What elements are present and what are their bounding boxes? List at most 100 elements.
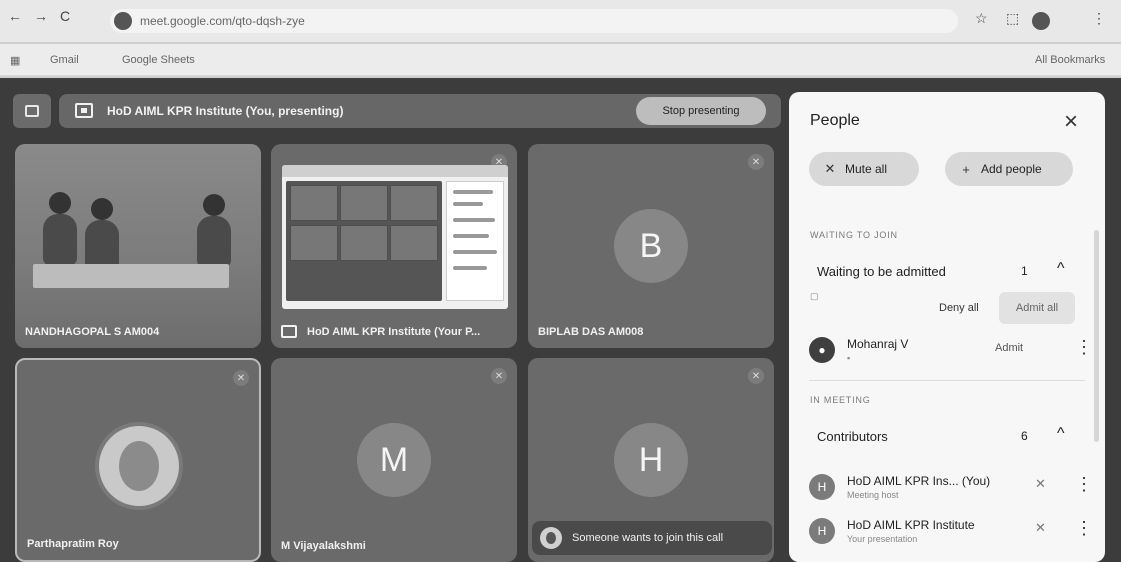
collapse-chevron-icon[interactable]: ^ bbox=[1057, 260, 1065, 278]
preview-line bbox=[453, 218, 495, 222]
panel-title: People bbox=[810, 112, 860, 129]
camera-off-icon: ▪ bbox=[847, 353, 851, 363]
meeting-section-label: IN MEETING bbox=[810, 395, 871, 405]
person-avatar: H bbox=[809, 474, 835, 500]
profile-avatar[interactable] bbox=[1032, 12, 1050, 30]
person-role: Your presentation bbox=[847, 534, 918, 544]
tile-nandhagopal[interactable]: NANDHAGOPAL S AM004 bbox=[15, 144, 261, 348]
person-avatar: H bbox=[809, 518, 835, 544]
refresh-icon[interactable]: C bbox=[60, 8, 70, 24]
person-name: HoD AIML KPR Ins... (You) bbox=[847, 474, 991, 488]
url-text[interactable]: meet.google.com/qto-dqsh-zye bbox=[140, 14, 305, 28]
admit-button[interactable]: Admit bbox=[995, 342, 1023, 354]
add-person-icon: + bbox=[962, 161, 970, 177]
preview-tile bbox=[340, 225, 388, 261]
participant-initial: B bbox=[614, 209, 688, 283]
preview-line bbox=[453, 266, 487, 270]
contributors-label[interactable]: Contributors bbox=[817, 429, 888, 444]
tile-name: M Vijayalakshmi bbox=[281, 540, 366, 552]
tile-name: HoD AIML KPR Institute (Your P... bbox=[307, 326, 481, 338]
preview-tile bbox=[290, 225, 338, 261]
tile-vijayalakshmi[interactable]: ✕ M M Vijayalakshmi bbox=[271, 358, 517, 562]
person-name: Mohanraj V bbox=[847, 337, 909, 351]
person-shape bbox=[43, 214, 77, 266]
person-head bbox=[49, 192, 71, 214]
star-icon[interactable]: ☆ bbox=[975, 10, 988, 27]
back-icon[interactable]: ← bbox=[8, 8, 22, 24]
participant-initial: M bbox=[357, 423, 431, 497]
person-head bbox=[203, 194, 225, 216]
mic-off-icon: ✕ bbox=[824, 161, 836, 176]
presenting-bar: HoD AIML KPR Institute (You, presenting)… bbox=[59, 94, 781, 128]
join-request-text: Someone wants to join this call bbox=[572, 532, 724, 544]
person-role: Meeting host bbox=[847, 490, 899, 500]
waiting-person-row: ● Mohanraj V ▪ Admit ⋮ bbox=[809, 335, 1093, 375]
participant-row: H HoD AIML KPR Ins... (You) Meeting host… bbox=[809, 472, 1093, 512]
person-head bbox=[91, 198, 113, 220]
mic-off-icon: ✕ bbox=[233, 370, 249, 386]
preview-tile bbox=[290, 185, 338, 221]
contributors-count: 6 bbox=[1021, 429, 1028, 443]
bookmark-google-sheets[interactable]: Google Sheets bbox=[122, 54, 195, 66]
screen-share-preview bbox=[282, 165, 508, 309]
present-icon bbox=[25, 105, 39, 117]
mic-off-icon: ✕ bbox=[748, 154, 764, 170]
menu-dots-icon[interactable]: ⋮ bbox=[1092, 10, 1106, 27]
bookmark-gmail[interactable]: Gmail bbox=[50, 54, 79, 66]
person-name: HoD AIML KPR Institute bbox=[847, 518, 975, 532]
more-options-icon[interactable]: ⋮ bbox=[1075, 337, 1093, 358]
preview-grid bbox=[286, 181, 442, 301]
people-panel: People × ✕ Mute all + Add people WAITING… bbox=[789, 92, 1105, 562]
forward-icon[interactable]: → bbox=[34, 8, 48, 24]
tile-biplab[interactable]: ✕ B BIPLAB DAS AM008 bbox=[528, 144, 774, 348]
info-icon: ▢ bbox=[810, 291, 819, 301]
tile-parthapratim[interactable]: ✕ Parthapratim Roy bbox=[15, 358, 261, 562]
mic-off-icon: ✕ bbox=[491, 368, 507, 384]
preview-sidepanel bbox=[446, 181, 504, 301]
admit-all-button[interactable]: Admit all bbox=[999, 292, 1075, 324]
preview-tile bbox=[390, 225, 438, 261]
presentation-icon bbox=[281, 325, 297, 338]
tile-presentation[interactable]: ✕ HoD AIML KPR Institute (Your P... bbox=[271, 144, 517, 348]
participant-row: H HoD AIML KPR Institute Your presentati… bbox=[809, 516, 1093, 556]
mute-all-button[interactable]: ✕ Mute all bbox=[809, 152, 919, 186]
tile-name: Parthapratim Roy bbox=[27, 538, 119, 550]
site-info-icon[interactable] bbox=[114, 12, 132, 30]
preview-tile bbox=[340, 185, 388, 221]
mic-off-icon: ✕ bbox=[748, 368, 764, 384]
close-icon[interactable]: × bbox=[1064, 108, 1078, 136]
add-people-button[interactable]: + Add people bbox=[945, 152, 1073, 186]
waiting-to-be-admitted[interactable]: Waiting to be admitted bbox=[817, 264, 946, 279]
person-avatar: ● bbox=[809, 337, 835, 363]
presenting-icon bbox=[75, 103, 93, 118]
join-request-banner[interactable]: Someone wants to join this call bbox=[532, 521, 772, 555]
address-bar[interactable]: meet.google.com/qto-dqsh-zye bbox=[110, 9, 958, 33]
preview-line bbox=[453, 250, 497, 254]
person-shape bbox=[197, 216, 231, 268]
tile-name: BIPLAB DAS AM008 bbox=[538, 326, 644, 338]
participant-initial: H bbox=[614, 423, 688, 497]
present-button[interactable] bbox=[13, 94, 51, 128]
deny-all-button[interactable]: Deny all bbox=[939, 302, 979, 314]
collapse-chevron-icon[interactable]: ^ bbox=[1057, 425, 1065, 443]
add-people-label: Add people bbox=[981, 162, 1042, 176]
apps-icon[interactable]: ▦ bbox=[10, 54, 20, 67]
panel-scrollbar[interactable] bbox=[1094, 230, 1099, 442]
preview-topbar bbox=[282, 165, 508, 177]
table-shape bbox=[33, 264, 229, 288]
preview-line bbox=[453, 202, 483, 206]
mic-off-icon[interactable]: ✕ bbox=[1035, 520, 1046, 536]
preview-tile bbox=[390, 185, 438, 221]
preview-line bbox=[453, 234, 489, 238]
stop-presenting-button[interactable]: Stop presenting bbox=[636, 97, 766, 125]
more-options-icon[interactable]: ⋮ bbox=[1075, 474, 1093, 495]
more-options-icon[interactable]: ⋮ bbox=[1075, 518, 1093, 539]
all-bookmarks[interactable]: All Bookmarks bbox=[1035, 54, 1105, 66]
mute-all-label: Mute all bbox=[845, 162, 888, 176]
preview-line bbox=[453, 190, 493, 194]
join-request-avatar bbox=[540, 527, 562, 549]
avatar-face bbox=[546, 532, 556, 544]
face-shape bbox=[119, 441, 159, 491]
mic-off-icon[interactable]: ✕ bbox=[1035, 476, 1046, 492]
extensions-icon[interactable]: ⬚ bbox=[1006, 10, 1019, 27]
